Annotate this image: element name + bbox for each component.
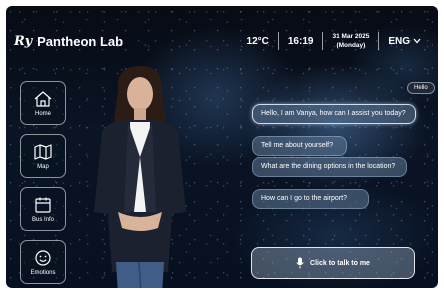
microphone-icon [296,257,304,269]
temperature: 12°C [246,35,269,47]
talk-button[interactable]: Click to talk to me [251,247,415,279]
nav-home-label: Home [34,110,51,117]
suggestion-chip[interactable]: Tell me about yourself? [252,136,347,156]
clock: 16:19 [287,35,314,47]
brand-logo: Ry Pantheon Lab [14,34,123,49]
home-icon [34,90,52,107]
map-icon [34,143,52,160]
nav-bus-info-button[interactable]: Bus Info [20,187,66,231]
status-bar: 12°C 16:19 31 Mar 2025 (Monday) ENG [238,32,430,50]
nav-bus-info-label: Bus Info [31,216,54,223]
nav-map-button[interactable]: Map [20,134,66,178]
nav-emotions-label: Emotions [30,269,56,276]
kiosk-screen: Ry Pantheon Lab 12°C 16:19 31 Mar 2025 (… [6,6,438,288]
assistant-avatar [94,66,186,288]
language-label: ENG [388,35,410,47]
nav-home-button[interactable]: Home [20,81,66,125]
brand-name: Pantheon Lab [37,34,124,49]
date: 31 Mar 2025 (Monday) [323,32,378,50]
suggestion-chip[interactable]: How can I go to the airport? [252,189,369,209]
chevron-down-icon [413,38,421,44]
suggestion-chip[interactable]: What are the dining options in the locat… [252,157,407,177]
calendar-icon [35,197,51,213]
assistant-message: Hello, I am Vanya, how can I assist you … [252,104,416,124]
smiley-icon [35,249,51,266]
weekday-text: (Monday) [336,42,366,49]
talk-button-label: Click to talk to me [310,259,370,267]
logo-mark: Ry [14,34,33,49]
nav-map-label: Map [37,163,49,170]
date-text: 31 Mar 2025 [332,33,370,40]
language-selector[interactable]: ENG [379,36,430,47]
nav-emotions-button[interactable]: Emotions [20,240,66,284]
user-message-hello: Hello [407,82,435,94]
